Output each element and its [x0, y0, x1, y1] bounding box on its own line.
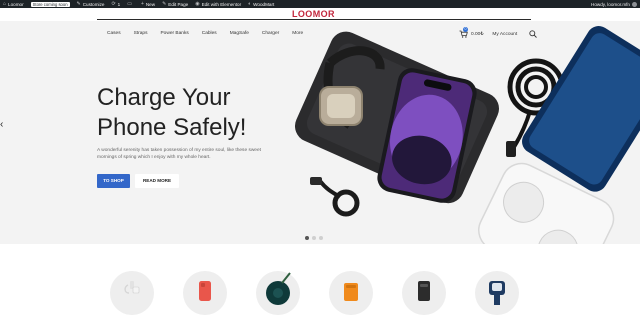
category-magsafe[interactable] [256, 271, 300, 315]
slider-pagination [305, 236, 326, 240]
slider-dot-3[interactable] [319, 236, 323, 240]
cart-button[interactable]: 0 [459, 27, 468, 38]
magsafe-icon [266, 272, 291, 305]
slider-prev-arrow[interactable]: ‹ [0, 119, 3, 130]
woodmart-link[interactable]: ◐ WoodMart [248, 1, 274, 7]
new-label: New [145, 1, 156, 7]
nav-item-power-banks[interactable]: Power Banks [160, 31, 188, 36]
search-icon[interactable] [529, 30, 538, 38]
nav-item-cases[interactable]: Cases [107, 31, 121, 36]
hero-slider: ‹ Charge Your Phone Safely! A wonderful … [0, 21, 640, 244]
cart-total[interactable]: 0.00₺ [471, 32, 483, 37]
to-shop-button[interactable]: TO SHOP [97, 174, 130, 188]
hero-title-line-2: Phone Safely! [97, 114, 247, 141]
battery-pack-icon [418, 281, 430, 301]
hero-product-image [290, 21, 640, 244]
admin-account-menu[interactable]: Howdy, loomor.mfn [591, 1, 637, 7]
category-strip [0, 244, 640, 315]
coming-soon-badge[interactable]: Store coming soon [30, 1, 70, 7]
admin-bar: ⌂ Loomor Store coming soon ✎ Customize ⟳… [0, 0, 640, 8]
watch-strap-icon [489, 281, 505, 305]
admin-greeting: Howdy, loomor.mfn [591, 1, 630, 7]
category-cases[interactable] [183, 271, 227, 315]
site-logo[interactable]: LOOMOR [292, 9, 335, 19]
coming-soon-label: Store coming soon [30, 1, 70, 7]
new-content-link[interactable]: + New [141, 1, 155, 7]
updates-link[interactable]: ⟳ 1 [111, 1, 120, 7]
nav-item-charger[interactable]: Charger [262, 31, 279, 36]
cart-count-badge: 0 [463, 27, 468, 32]
cable-icon [124, 281, 140, 294]
slider-dot-1[interactable] [305, 236, 309, 240]
nav-item-cables[interactable]: Cables [202, 31, 217, 36]
power-bank-icon [344, 283, 358, 301]
avatar [632, 1, 637, 7]
hero-title-line-1: Charge Your [97, 84, 231, 111]
edit-page-link[interactable]: ✎ Edit Page [162, 1, 188, 7]
woodmart-icon: ◐ [248, 1, 252, 7]
admin-site-menu[interactable]: ⌂ Loomor [3, 1, 24, 7]
nav-item-straps[interactable]: Straps [134, 31, 148, 36]
category-power-banks[interactable] [329, 271, 373, 315]
customize-label: Customize [82, 1, 105, 7]
hero-title: Charge Your Phone Safely! [97, 83, 246, 143]
comments-link[interactable]: ▭ [127, 1, 134, 7]
woodmart-label: WoodMart [253, 1, 275, 7]
header-divider [97, 19, 531, 20]
customize-link[interactable]: ✎ Customize [77, 1, 105, 7]
hero-subtitle: A wonderful serenity has taken possessio… [97, 148, 261, 161]
edit-elementor-link[interactable]: ◉ Edit with Elementor [195, 1, 241, 7]
pencil-icon: ✎ [162, 1, 167, 7]
updates-count: 1 [117, 1, 121, 7]
my-account-link[interactable]: My Account [492, 32, 517, 37]
plus-icon: + [140, 1, 144, 7]
brush-icon: ✎ [76, 1, 81, 7]
slider-dot-2[interactable] [312, 236, 316, 240]
header-tools: 0 0.00₺ My Account [459, 27, 538, 38]
edit-elementor-label: Edit with Elementor [201, 1, 242, 7]
read-more-button[interactable]: READ MORE [135, 174, 179, 188]
main-nav: Cases Straps Power Banks Cables MagSafe … [107, 31, 316, 36]
nav-item-magsafe[interactable]: MagSafe [230, 31, 249, 36]
nav-item-more[interactable]: More [292, 31, 303, 36]
admin-site-name: Loomor [8, 1, 24, 7]
edit-page-label: Edit Page [168, 1, 189, 7]
phone-case-icon [199, 281, 211, 301]
category-cables[interactable] [110, 271, 154, 315]
home-icon: ⌂ [3, 1, 7, 7]
comment-icon: ▭ [127, 1, 132, 7]
category-chargers[interactable] [402, 271, 446, 315]
updates-icon: ⟳ [111, 1, 116, 7]
category-straps[interactable] [475, 271, 519, 315]
elementor-icon: ◉ [195, 1, 200, 7]
